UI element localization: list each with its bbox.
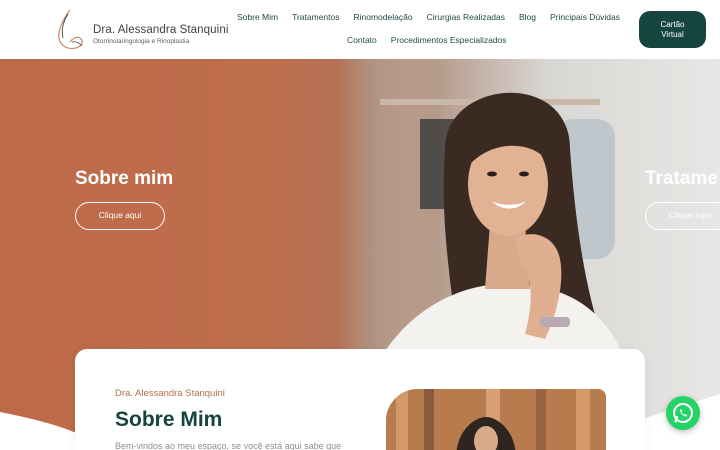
- brand-subtitle: Otorrinolaringologia e Rinoplastia: [93, 38, 190, 45]
- hero-slide-1-title: Sobre mim: [75, 168, 174, 189]
- hero-slide-2-title: Tratame: [645, 168, 718, 189]
- cartao-virtual-button[interactable]: Cartão Virtual: [639, 11, 706, 48]
- nav-blog[interactable]: Blog: [512, 12, 543, 22]
- nav-contato[interactable]: Contato: [340, 35, 384, 45]
- whatsapp-icon: [673, 403, 693, 423]
- about-overline: Dra. Alessandra Stanquini: [115, 388, 225, 399]
- hero-slide-2-button[interactable]: Clique aqui: [645, 202, 720, 230]
- nose-profile-icon: [58, 9, 83, 50]
- nav-procedimentos-especializados[interactable]: Procedimentos Especializados: [384, 35, 514, 45]
- nav-cirurgias-realizadas[interactable]: Cirurgias Realizadas: [420, 12, 512, 22]
- cartao-virtual-line1: Cartão: [660, 20, 685, 29]
- brand-logo[interactable]: Dra. Alessandra Stanquini Otorrinolaring…: [54, 8, 228, 52]
- about-photo-image: [386, 389, 606, 450]
- nav-sobre-mim[interactable]: Sobre Mim: [230, 12, 285, 22]
- nav-principais-duvidas[interactable]: Principais Dúvidas: [543, 12, 627, 22]
- about-title: Sobre Mim: [115, 408, 223, 431]
- site-header: Dra. Alessandra Stanquini Otorrinolaring…: [0, 0, 720, 59]
- whatsapp-button[interactable]: [666, 396, 700, 430]
- brand-name: Dra. Alessandra Stanquini: [93, 24, 229, 36]
- nav-tratamentos[interactable]: Tratamentos: [285, 12, 346, 22]
- nav-rinomodelacao[interactable]: Rinomodelação: [347, 12, 420, 22]
- cartao-virtual-line2: Virtual: [661, 30, 684, 39]
- hero-slide-1-button[interactable]: Clique aqui: [75, 202, 165, 230]
- main-nav-row-1: Sobre Mim Tratamentos Rinomodelação Ciru…: [230, 12, 627, 22]
- main-nav-row-2: Contato Procedimentos Especializados: [340, 35, 514, 45]
- about-text: Bem-vindos ao meu espaço, se você está a…: [115, 441, 342, 450]
